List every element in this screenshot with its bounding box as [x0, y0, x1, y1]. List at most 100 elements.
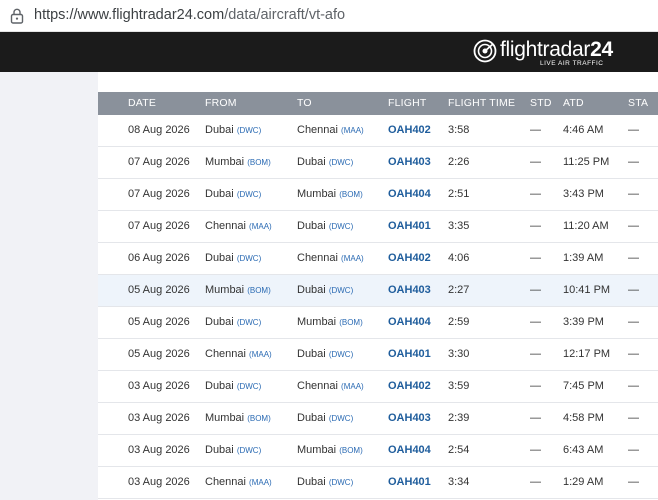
table-row[interactable]: 06 Aug 2026 Dubai (DWC) Chennai (MAA) OAH40…	[98, 243, 658, 275]
cell-atd: 3:39 PM	[563, 316, 604, 328]
to-airport-code[interactable]: (MAA)	[341, 254, 364, 263]
from-airport-code[interactable]: (DWC)	[237, 382, 261, 391]
cell-atd: 4:58 PM	[563, 412, 604, 424]
cell-std: —	[530, 348, 541, 360]
to-airport-code[interactable]: (DWC)	[329, 414, 353, 423]
cell-sta: —	[628, 476, 639, 488]
cell-from[interactable]: Dubai (DWC)	[205, 188, 261, 200]
cell-from[interactable]: Dubai (DWC)	[205, 444, 261, 456]
to-city: Mumbai	[297, 188, 337, 200]
to-airport-code[interactable]: (DWC)	[329, 158, 353, 167]
cell-from[interactable]: Dubai (DWC)	[205, 316, 261, 328]
to-airport-code[interactable]: (MAA)	[341, 382, 364, 391]
cell-to[interactable]: Chennai (MAA)	[297, 380, 364, 392]
flight-number-link[interactable]: OAH404	[388, 444, 431, 456]
to-airport-code[interactable]: (BOM)	[339, 190, 363, 199]
table-row[interactable]: 03 Aug 2026 Chennai (MAA) Dubai (DWC) OAH40…	[98, 467, 658, 499]
to-airport-code[interactable]: (DWC)	[329, 222, 353, 231]
flight-number-link[interactable]: OAH402	[388, 380, 431, 392]
logo-tagline: LIVE AIR TRAFFIC	[540, 60, 604, 67]
cell-from[interactable]: Dubai (DWC)	[205, 380, 261, 392]
url-path: /data/aircraft/vt-afo	[224, 7, 346, 23]
header-atd[interactable]: ATD	[563, 97, 584, 109]
flight-number-link[interactable]: OAH401	[388, 220, 431, 232]
from-airport-code[interactable]: (MAA)	[249, 222, 272, 231]
from-airport-code[interactable]: (DWC)	[237, 254, 261, 263]
cell-std: —	[530, 220, 541, 232]
from-airport-code[interactable]: (BOM)	[247, 414, 271, 423]
table-row[interactable]: 08 Aug 2026 Dubai (DWC) Chennai (MAA) OAH40…	[98, 115, 658, 147]
from-airport-code[interactable]: (DWC)	[237, 318, 261, 327]
cell-from[interactable]: Mumbai (BOM)	[205, 156, 271, 168]
from-airport-code[interactable]: (DWC)	[237, 190, 261, 199]
flight-number-link[interactable]: OAH403	[388, 412, 431, 424]
flight-number-link[interactable]: OAH403	[388, 156, 431, 168]
cell-flight-time: 3:30	[448, 348, 470, 360]
header-std[interactable]: STD	[530, 97, 552, 109]
cell-to[interactable]: Dubai (DWC)	[297, 348, 353, 360]
header-to[interactable]: TO	[297, 97, 312, 109]
cell-to[interactable]: Dubai (DWC)	[297, 476, 353, 488]
from-city: Mumbai	[205, 156, 245, 168]
from-airport-code[interactable]: (BOM)	[247, 286, 271, 295]
from-airport-code[interactable]: (DWC)	[237, 446, 261, 455]
cell-from[interactable]: Mumbai (BOM)	[205, 412, 271, 424]
to-airport-code[interactable]: (DWC)	[329, 350, 353, 359]
cell-to[interactable]: Chennai (MAA)	[297, 252, 364, 264]
cell-to[interactable]: Mumbai (BOM)	[297, 188, 363, 200]
cell-from[interactable]: Chennai (MAA)	[205, 220, 272, 232]
from-airport-code[interactable]: (DWC)	[237, 126, 261, 135]
cell-to[interactable]: Chennai (MAA)	[297, 124, 364, 136]
from-airport-code[interactable]: (MAA)	[249, 478, 272, 487]
cell-from[interactable]: Chennai (MAA)	[205, 476, 272, 488]
flight-number-link[interactable]: OAH404	[388, 188, 431, 200]
browser-address-bar[interactable]: https://www.flightradar24.com/data/aircr…	[0, 0, 658, 32]
flight-number-link[interactable]: OAH404	[388, 316, 431, 328]
cell-from[interactable]: Mumbai (BOM)	[205, 284, 271, 296]
table-row[interactable]: 03 Aug 2026 Dubai (DWC) Chennai (MAA) OAH40…	[98, 371, 658, 403]
to-city: Dubai	[297, 284, 326, 296]
flightradar24-logo[interactable]: flightradar24 LIVE AIR TRAFFIC	[473, 37, 633, 69]
header-sta[interactable]: STA	[628, 97, 648, 109]
url-host: https://www.flightradar24.com	[34, 7, 225, 23]
table-row[interactable]: 07 Aug 2026 Mumbai (BOM) Dubai (DWC) OAH403…	[98, 147, 658, 179]
to-airport-code[interactable]: (DWC)	[329, 478, 353, 487]
cell-from[interactable]: Chennai (MAA)	[205, 348, 272, 360]
to-city: Dubai	[297, 412, 326, 424]
flight-number-link[interactable]: OAH402	[388, 124, 431, 136]
from-airport-code[interactable]: (MAA)	[249, 350, 272, 359]
table-row[interactable]: 07 Aug 2026 Chennai (MAA) Dubai (DWC) OAH40…	[98, 211, 658, 243]
header-flight-time[interactable]: FLIGHT TIME	[448, 97, 515, 109]
from-airport-code[interactable]: (BOM)	[247, 158, 271, 167]
cell-to[interactable]: Mumbai (BOM)	[297, 316, 363, 328]
table-row[interactable]: 07 Aug 2026 Dubai (DWC) Mumbai (BOM) OAH404…	[98, 179, 658, 211]
header-date[interactable]: DATE	[128, 97, 156, 109]
cell-to[interactable]: Dubai (DWC)	[297, 412, 353, 424]
url-text[interactable]: https://www.flightradar24.com/data/aircr…	[34, 7, 345, 23]
flight-number-link[interactable]: OAH403	[388, 284, 431, 296]
flight-number-link[interactable]: OAH401	[388, 348, 431, 360]
table-row[interactable]: 05 Aug 2026 Dubai (DWC) Mumbai (BOM) OAH404…	[98, 307, 658, 339]
cell-to[interactable]: Dubai (DWC)	[297, 220, 353, 232]
cell-to[interactable]: Mumbai (BOM)	[297, 444, 363, 456]
lock-icon[interactable]	[10, 8, 24, 24]
table-row[interactable]: 05 Aug 2026 Mumbai (BOM) Dubai (DWC) OAH403…	[98, 275, 658, 307]
to-airport-code[interactable]: (DWC)	[329, 286, 353, 295]
cell-from[interactable]: Dubai (DWC)	[205, 252, 261, 264]
flight-number-link[interactable]: OAH401	[388, 476, 431, 488]
cell-to[interactable]: Dubai (DWC)	[297, 156, 353, 168]
cell-std: —	[530, 380, 541, 392]
table-row[interactable]: 05 Aug 2026 Chennai (MAA) Dubai (DWC) OAH40…	[98, 339, 658, 371]
table-row[interactable]: 03 Aug 2026 Mumbai (BOM) Dubai (DWC) OAH403…	[98, 403, 658, 435]
cell-std: —	[530, 188, 541, 200]
cell-from[interactable]: Dubai (DWC)	[205, 124, 261, 136]
to-airport-code[interactable]: (BOM)	[339, 446, 363, 455]
header-flight[interactable]: FLIGHT	[388, 97, 427, 109]
to-airport-code[interactable]: (BOM)	[339, 318, 363, 327]
flight-number-link[interactable]: OAH402	[388, 252, 431, 264]
cell-std: —	[530, 316, 541, 328]
to-airport-code[interactable]: (MAA)	[341, 126, 364, 135]
cell-to[interactable]: Dubai (DWC)	[297, 284, 353, 296]
header-from[interactable]: FROM	[205, 97, 237, 109]
table-row[interactable]: 03 Aug 2026 Dubai (DWC) Mumbai (BOM) OAH404…	[98, 435, 658, 467]
